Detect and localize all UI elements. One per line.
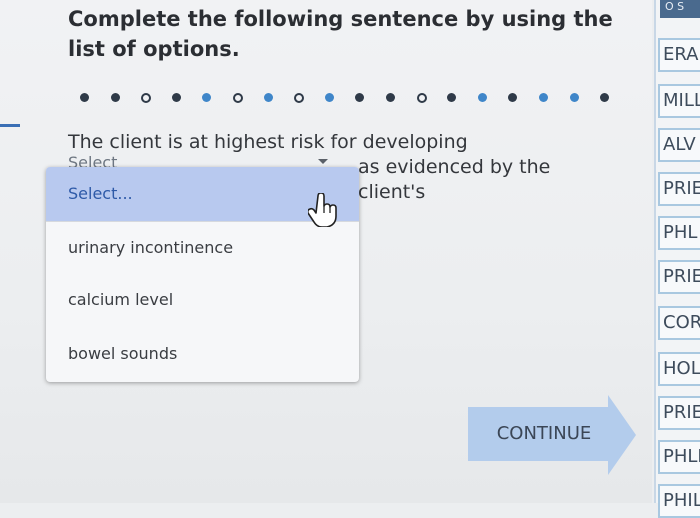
side-panel-item[interactable]: PRIE [658, 172, 700, 206]
progress-dot [447, 93, 457, 102]
option-label: bowel sounds [68, 344, 178, 363]
side-panel-item[interactable]: ALV [658, 128, 700, 162]
dropdown-option[interactable]: calcium level [46, 275, 359, 325]
side-panel-item[interactable]: HOL [658, 352, 700, 386]
progress-dot [80, 93, 89, 102]
question-panel: Complete the following sentence by using… [0, 0, 652, 503]
side-panel-item[interactable]: PHIL [658, 484, 700, 518]
hand-cursor-icon [308, 193, 337, 227]
answer-select[interactable]: Select [68, 153, 328, 167]
side-panel-item[interactable]: PRIE [658, 396, 700, 430]
progress-dot [539, 93, 548, 102]
side-panel-item[interactable]: COR [658, 306, 700, 340]
progress-dot [294, 93, 305, 103]
side-panel-item[interactable]: ERA [658, 38, 700, 72]
side-panel-item[interactable]: MILL [658, 84, 700, 118]
progress-dot [477, 93, 487, 102]
progress-dot [416, 93, 427, 103]
progress-dot [355, 93, 365, 102]
continue-button[interactable]: CONTINUE [468, 395, 642, 477]
dropdown-option[interactable]: urinary incontinence [46, 223, 359, 273]
option-label: Select... [68, 184, 133, 203]
chevron-down-icon [318, 159, 328, 164]
option-label: urinary incontinence [68, 238, 234, 257]
progress-dot [569, 93, 579, 102]
prompt-part1: The client is at highest risk for develo… [68, 131, 468, 153]
progress-dot [233, 93, 243, 103]
progress-dot [202, 93, 212, 102]
select-placeholder: Select [68, 153, 118, 167]
progress-dot [110, 93, 120, 102]
progress-dot [141, 93, 152, 103]
progress-dot [386, 93, 395, 102]
continue-label: CONTINUE [496, 423, 592, 444]
progress-dot [263, 93, 273, 102]
question-heading: Complete the following sentence by using… [68, 7, 613, 61]
side-panel-item[interactable]: PRIE [658, 260, 700, 294]
progress-dot [171, 93, 181, 102]
side-panel-item[interactable]: PHLE [658, 440, 700, 474]
dropdown-option[interactable]: bowel sounds [46, 329, 359, 379]
side-panel-header: O S [660, 0, 700, 18]
side-panel-item[interactable]: PHL [658, 216, 700, 250]
progress-dot [324, 93, 334, 102]
progress-dots [80, 93, 640, 107]
progress-dot [508, 93, 518, 102]
side-panel: O S ERA MILL ALV PRIE PHL PRIE COR HOL PRIE PHLE P… [654, 0, 700, 518]
option-label: calcium level [68, 290, 174, 309]
left-accent-bar [0, 124, 20, 127]
progress-dot [600, 93, 610, 102]
